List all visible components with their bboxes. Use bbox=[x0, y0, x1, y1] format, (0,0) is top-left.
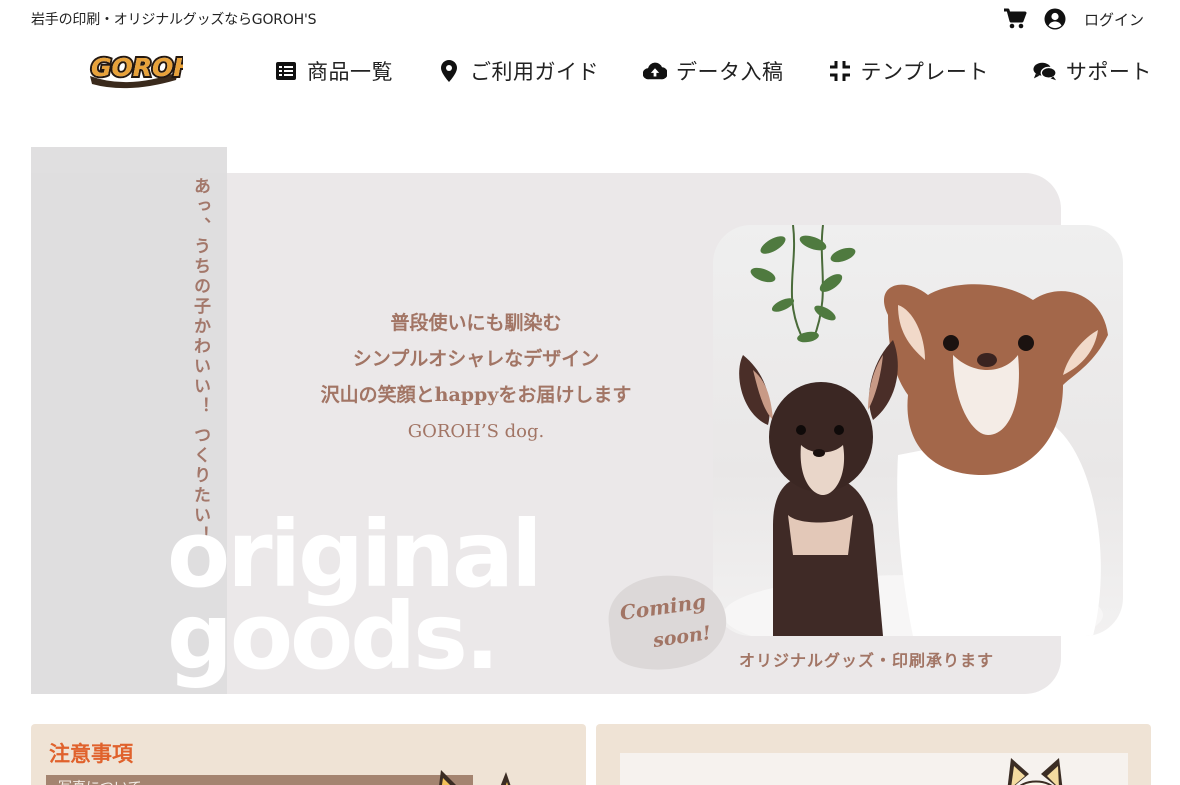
header-actions: ログイン bbox=[1002, 6, 1144, 32]
notice-title: 注意事項 bbox=[49, 741, 133, 766]
compress-icon bbox=[828, 59, 852, 83]
hero-line-3: 沢山の笑顔とhappyをお届けします bbox=[320, 384, 632, 406]
nav-products-label: 商品一覧 bbox=[307, 60, 393, 84]
nav-guide-label: ご利用ガイド bbox=[470, 60, 599, 84]
site-tagline: 岩手の印刷・オリジナルグッズならGOROH'S bbox=[31, 12, 317, 28]
user-icon[interactable] bbox=[1042, 6, 1068, 32]
hero-dog-photo bbox=[713, 225, 1123, 636]
coming-soon-badge: Coming soon! bbox=[599, 565, 739, 679]
nav-upload[interactable]: データ入稿 bbox=[643, 56, 784, 86]
login-link[interactable]: ログイン bbox=[1084, 9, 1144, 30]
site-logo[interactable]: GOROH'S GOROH'S bbox=[88, 46, 222, 94]
svg-text:GOROH'S: GOROH'S bbox=[91, 53, 183, 82]
notice-subtitle: 写真について bbox=[46, 775, 473, 785]
main-nav: 商品一覧 ご利用ガイド データ入稿 テンプレート サポート bbox=[274, 56, 1152, 86]
hero-line-1: 普段使いにも馴染む bbox=[390, 312, 562, 334]
nav-template-label: テンプレート bbox=[860, 60, 989, 84]
chat-icon bbox=[1033, 59, 1057, 83]
hero-caption: オリジナルグッズ・印刷承ります bbox=[739, 651, 995, 670]
hero-vertical-text: あっ、うちの子かわいい！ つくりたい！ bbox=[190, 177, 210, 546]
hero-banner[interactable]: あっ、うちの子かわいい！ つくりたい！ 普段使いにも馴染む シンプルオシャレなデ… bbox=[31, 147, 1131, 694]
nav-products[interactable]: 商品一覧 bbox=[274, 56, 393, 86]
nav-upload-label: データ入稿 bbox=[676, 60, 784, 84]
cat-illustration-icon bbox=[439, 770, 511, 785]
cart-icon[interactable] bbox=[1002, 6, 1028, 32]
cat-illustration-icon-2 bbox=[1007, 758, 1063, 785]
info-card[interactable] bbox=[596, 724, 1151, 785]
hero-brand: GOROH’S dog. bbox=[407, 421, 545, 442]
nav-guide[interactable]: ご利用ガイド bbox=[437, 56, 599, 86]
nav-template[interactable]: テンプレート bbox=[828, 56, 989, 86]
list-icon bbox=[274, 59, 298, 83]
hero-big-word-goods: goods. bbox=[167, 583, 500, 690]
cloud-upload-icon bbox=[643, 59, 667, 83]
hero-line-2: シンプルオシャレなデザイン bbox=[352, 348, 600, 370]
nav-support[interactable]: サポート bbox=[1033, 56, 1152, 86]
map-pin-icon bbox=[437, 59, 461, 83]
nav-support-label: サポート bbox=[1065, 60, 1152, 84]
notice-card[interactable]: 注意事項 写真について bbox=[31, 724, 586, 785]
hero-copy: 普段使いにも馴染む シンプルオシャレなデザイン 沢山の笑顔とhappyをお届けし… bbox=[281, 305, 671, 442]
